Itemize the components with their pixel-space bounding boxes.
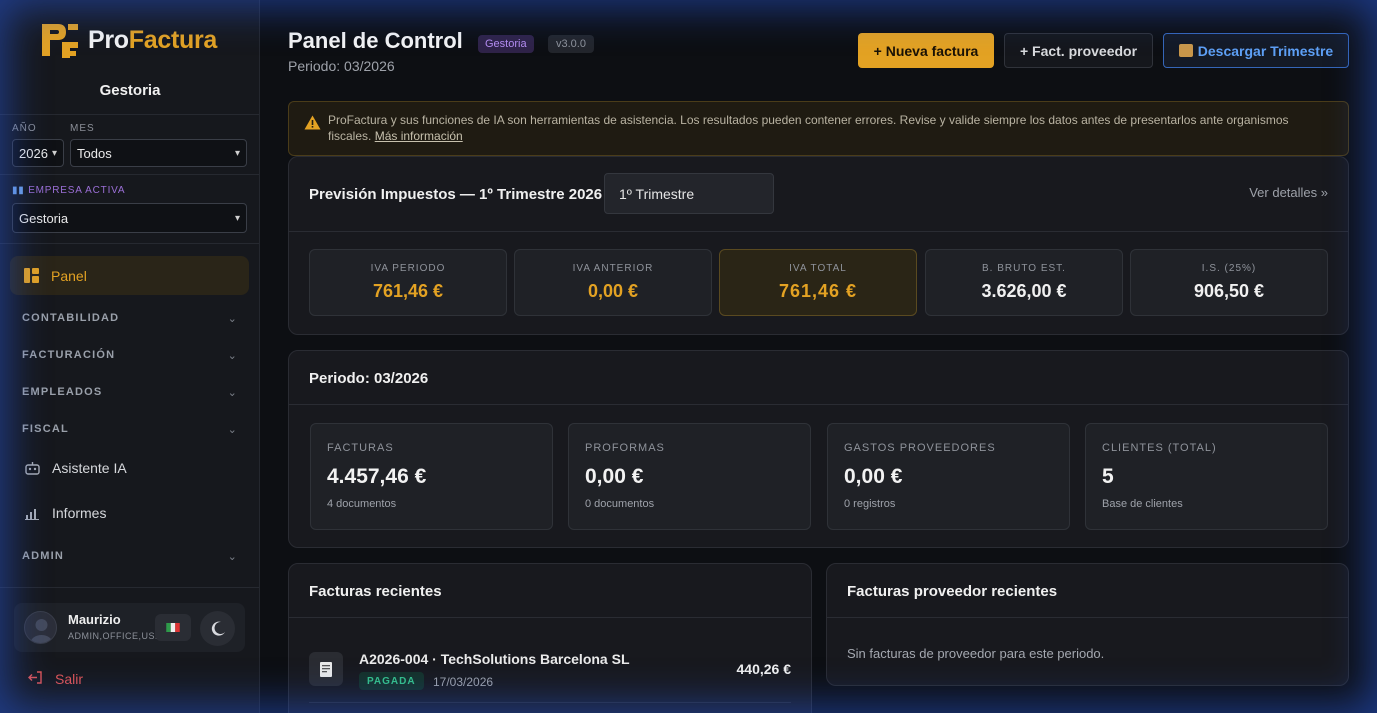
chart-icon: ▮▮ <box>12 185 25 196</box>
tax-box-iva-anterior: IVA ANTERIOR 0,00 € <box>514 249 712 316</box>
month-value: Todos <box>77 145 112 161</box>
brand-factura: Factura <box>128 25 218 54</box>
year-select[interactable]: 2026 ▾ <box>12 139 64 167</box>
alert-text: ProFactura y sus funciones de IA son her… <box>328 113 1289 143</box>
invoice-row[interactable]: A2026-004 · TechSolutions Barcelona SL P… <box>309 648 792 703</box>
package-icon <box>1178 44 1193 57</box>
invoice-title: A2026-004 · TechSolutions Barcelona SL <box>359 651 630 667</box>
year-value: 2026 <box>19 145 48 161</box>
download-quarter-button[interactable]: Descargar Trimestre <box>1163 33 1349 68</box>
chevron-down-icon: ⌄ <box>227 313 238 325</box>
period-summary-title: Periodo: 03/2026 <box>309 370 429 387</box>
empresa-label: ▮▮ EMPRESA ACTIVA <box>12 185 126 196</box>
chevron-down-icon: ▾ <box>234 212 240 224</box>
month-label: MES <box>70 123 95 134</box>
chevron-down-icon: ⌄ <box>227 350 238 362</box>
empresa-select[interactable]: Gestoria ▾ <box>12 203 247 233</box>
nav-group-fiscal[interactable]: FISCAL ⌄ <box>22 423 238 436</box>
invoice-amount: 440,26 € <box>736 661 792 677</box>
version-badge: v3.0.0 <box>548 35 594 53</box>
page-title: Panel de Control <box>288 28 463 53</box>
tax-box-iva-periodo: IVA PERIODO 761,46 € <box>309 249 507 316</box>
bar-chart-icon <box>24 505 40 521</box>
tax-box-is: I.S. (25%) 906,50 € <box>1130 249 1328 316</box>
supplier-invoice-button[interactable]: + Fact. proveedor <box>1004 33 1153 68</box>
nav-item-informes[interactable]: Informes <box>24 505 106 521</box>
chevron-down-icon: ⌄ <box>227 551 238 563</box>
sidebar: ProFactura Gestoria AÑO MES 2026 ▾ Todos… <box>0 0 260 713</box>
dashboard-icon <box>24 268 39 283</box>
new-invoice-button[interactable]: + Nueva factura <box>858 33 994 68</box>
nav-group-empleados[interactable]: EMPLEADOS ⌄ <box>22 386 238 399</box>
invoice-date: 17/03/2026 <box>433 675 494 689</box>
chevron-down-icon: ▾ <box>234 147 240 159</box>
tax-box-iva-total: IVA TOTAL 761,46 € <box>719 249 917 316</box>
language-button[interactable] <box>155 614 191 641</box>
tax-box-bruto: B. BRUTO EST. 3.626,00 € <box>925 249 1123 316</box>
tax-forecast-title: Previsión Impuestos — 1º Trimestre 2026 <box>309 186 603 203</box>
stat-clientes[interactable]: CLIENTES (TOTAL) 5 Base de clientes <box>1085 423 1328 530</box>
year-label: AÑO <box>12 123 37 134</box>
nav-panel-label: Panel <box>51 267 87 284</box>
org-name: Gestoria <box>99 82 161 99</box>
chevron-down-icon: ⌄ <box>227 387 238 399</box>
logout-button[interactable]: Salir <box>28 671 83 687</box>
brand-logo[interactable]: ProFactura <box>40 20 217 60</box>
chevron-down-icon: ⌄ <box>227 424 238 436</box>
supplier-invoices-title: Facturas proveedor recientes <box>847 583 1058 600</box>
robot-icon <box>24 460 40 476</box>
quarter-select[interactable]: 1º Trimestre <box>604 173 774 214</box>
user-role: ADMIN,OFFICE,USER <box>68 631 169 641</box>
supplier-invoices-card: Facturas proveedor recientes Sin factura… <box>826 563 1349 686</box>
receipt-icon <box>309 652 343 686</box>
italy-flag-icon <box>166 623 180 632</box>
warning-icon <box>304 115 321 130</box>
ai-disclaimer-alert: ProFactura y sus funciones de IA son her… <box>288 101 1349 156</box>
view-details-link[interactable]: Ver detalles » <box>1249 185 1328 200</box>
divider <box>309 702 791 703</box>
user-name: Maurizio <box>68 612 121 627</box>
logout-icon <box>28 671 43 687</box>
nav-group-contabilidad[interactable]: CONTABILIDAD ⌄ <box>22 312 238 325</box>
period-summary-card: Periodo: 03/2026 FACTURAS 4.457,46 € 4 d… <box>288 350 1349 548</box>
nav-group-admin[interactable]: ADMIN ⌄ <box>22 550 238 563</box>
nav-group-facturacion[interactable]: FACTURACIÓN ⌄ <box>22 349 238 362</box>
month-select[interactable]: Todos ▾ <box>70 139 247 167</box>
stat-proformas[interactable]: PROFORMAS 0,00 € 0 documentos <box>568 423 811 530</box>
status-badge: PAGADA <box>359 672 424 690</box>
theme-toggle-button[interactable] <box>200 611 235 646</box>
tax-forecast-card: Previsión Impuestos — 1º Trimestre 2026 … <box>288 156 1349 335</box>
moon-icon <box>211 621 225 636</box>
nav-item-panel[interactable]: Panel <box>10 256 249 295</box>
profactura-logo-icon <box>42 24 78 58</box>
divider <box>0 174 259 175</box>
recent-invoices-card: Facturas recientes A2026-004 · TechSolut… <box>288 563 812 713</box>
user-card: Maurizio ADMIN,OFFICE,USER <box>14 603 245 652</box>
nav-item-asistente[interactable]: Asistente IA <box>24 460 127 476</box>
brand-pro: Pro <box>88 25 129 54</box>
stat-facturas[interactable]: FACTURAS 4.457,46 € 4 documentos <box>310 423 553 530</box>
org-badge: Gestoria <box>478 35 534 53</box>
stat-gastos-proveedores[interactable]: GASTOS PROVEEDORES 0,00 € 0 registros <box>827 423 1070 530</box>
avatar[interactable] <box>24 611 57 644</box>
divider <box>0 243 259 244</box>
more-info-link[interactable]: Más información <box>375 129 463 143</box>
empresa-value: Gestoria <box>19 210 69 226</box>
recent-invoices-title: Facturas recientes <box>309 583 442 600</box>
empty-state-message: Sin facturas de proveedor para este peri… <box>847 646 1105 661</box>
periodo-subtitle: Periodo: 03/2026 <box>288 58 395 74</box>
divider <box>0 587 259 588</box>
divider <box>0 114 259 115</box>
chevron-down-icon: ▾ <box>51 147 57 159</box>
user-icon <box>30 619 53 643</box>
